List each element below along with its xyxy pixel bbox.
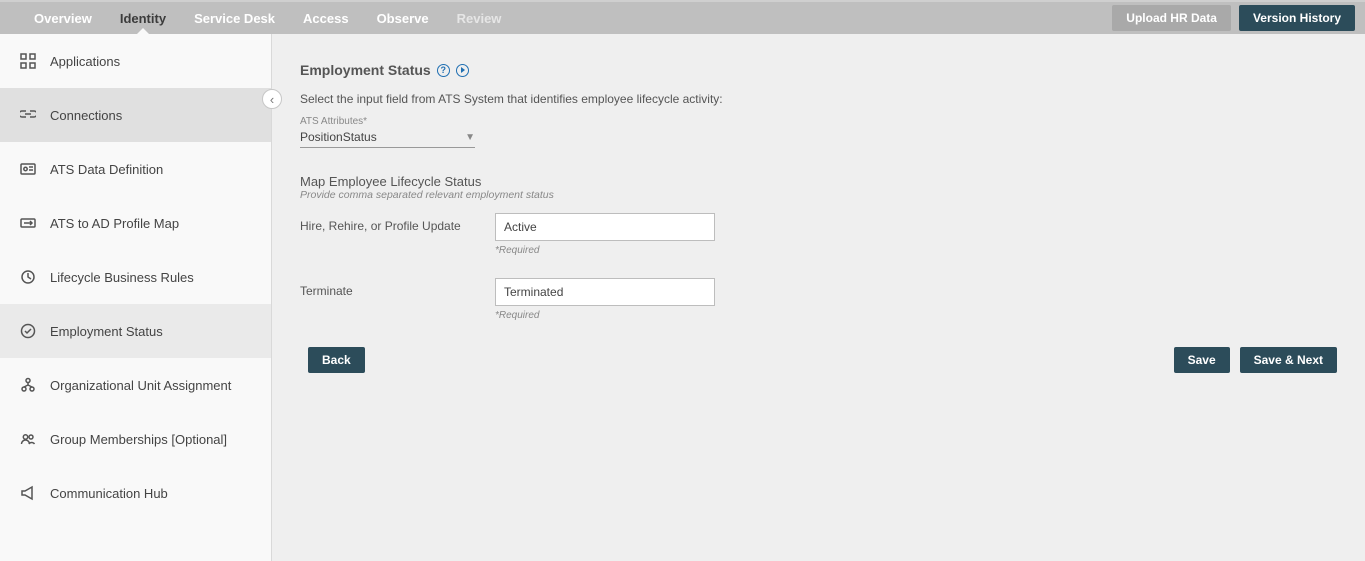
collapse-sidebar-handle[interactable]: ‹	[262, 89, 282, 109]
sidebar-item-org-unit-assignment[interactable]: Organizational Unit Assignment	[0, 358, 271, 412]
sidebar-item-label: Group Memberships [Optional]	[50, 432, 227, 447]
required-note: *Required	[495, 245, 715, 256]
hire-status-input[interactable]	[495, 213, 715, 241]
nav-identity[interactable]: Identity	[106, 2, 180, 34]
org-icon	[20, 377, 36, 393]
ats-attributes-label: ATS Attributes*	[300, 116, 1337, 127]
chevron-left-icon: ‹	[270, 92, 274, 107]
required-note: *Required	[495, 310, 715, 321]
sidebar-item-label: Connections	[50, 108, 122, 123]
page-title: Employment Status	[300, 62, 431, 78]
sidebar-item-ats-ad-profile-map[interactable]: ATS to AD Profile Map	[0, 196, 271, 250]
top-navbar: Overview Identity Service Desk Access Ob…	[0, 2, 1365, 34]
sidebar-item-label: Organizational Unit Assignment	[50, 378, 231, 393]
apps-icon	[20, 53, 36, 69]
sidebar-item-lifecycle-rules[interactable]: Lifecycle Business Rules	[0, 250, 271, 304]
megaphone-icon	[20, 485, 36, 501]
sidebar-item-label: Employment Status	[50, 324, 163, 339]
terminate-label: Terminate	[300, 278, 495, 298]
nav-overview[interactable]: Overview	[20, 2, 106, 34]
version-history-button[interactable]: Version History	[1239, 5, 1355, 31]
sidebar-item-label: ATS Data Definition	[50, 162, 163, 177]
help-icon[interactable]: ?	[437, 64, 450, 77]
hire-label: Hire, Rehire, or Profile Update	[300, 213, 495, 233]
sidebar-item-label: Communication Hub	[50, 486, 168, 501]
sidebar-item-communication-hub[interactable]: Communication Hub	[0, 466, 271, 520]
sidebar-item-connections[interactable]: Connections	[0, 88, 271, 142]
sidebar-item-ats-data-definition[interactable]: ATS Data Definition	[0, 142, 271, 196]
mapping-icon	[20, 215, 36, 231]
terminate-status-input[interactable]	[495, 278, 715, 306]
chevron-down-icon: ▼	[465, 132, 475, 143]
intro-text: Select the input field from ATS System t…	[300, 92, 1337, 106]
nav-review[interactable]: Review	[443, 2, 516, 34]
back-button[interactable]: Back	[308, 347, 365, 373]
id-card-icon	[20, 161, 36, 177]
sidebar-item-employment-status[interactable]: Employment Status	[0, 304, 271, 358]
users-icon	[20, 431, 36, 447]
check-circle-icon	[20, 323, 36, 339]
cycle-icon	[20, 269, 36, 285]
sidebar-item-label: Applications	[50, 54, 120, 69]
upload-hr-data-button[interactable]: Upload HR Data	[1112, 5, 1231, 31]
nav-observe[interactable]: Observe	[363, 2, 443, 34]
link-icon	[20, 107, 36, 123]
sidebar-item-group-memberships[interactable]: Group Memberships [Optional]	[0, 412, 271, 466]
nav-access[interactable]: Access	[289, 2, 363, 34]
sidebar-item-applications[interactable]: Applications	[0, 34, 271, 88]
main-content: Employment Status ? Select the input fie…	[272, 34, 1365, 561]
save-next-button[interactable]: Save & Next	[1240, 347, 1337, 373]
sidebar-item-label: Lifecycle Business Rules	[50, 270, 194, 285]
save-button[interactable]: Save	[1174, 347, 1230, 373]
map-section-hint: Provide comma separated relevant employm…	[300, 189, 1337, 201]
play-icon[interactable]	[456, 64, 469, 77]
nav-service-desk[interactable]: Service Desk	[180, 2, 289, 34]
sidebar: Applications Connections ATS Data Defini…	[0, 34, 272, 561]
ats-attributes-value: PositionStatus	[300, 130, 377, 144]
map-section-title: Map Employee Lifecycle Status	[300, 174, 1337, 189]
ats-attributes-select[interactable]: PositionStatus ▼	[300, 127, 475, 148]
sidebar-item-label: ATS to AD Profile Map	[50, 216, 179, 231]
